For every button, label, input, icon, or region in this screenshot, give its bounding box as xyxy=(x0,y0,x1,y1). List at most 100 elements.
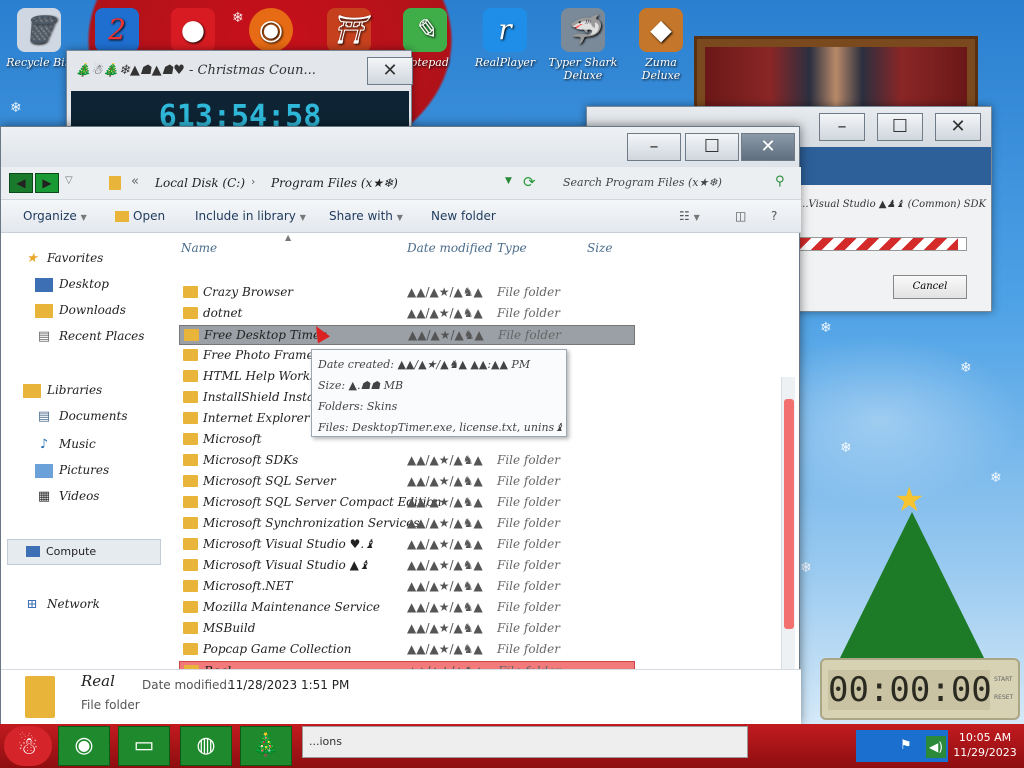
breadcrumb-chevron-icon: « xyxy=(131,174,139,189)
file-date: ▲▲/▲★/▲♞▲ xyxy=(407,516,483,530)
nav-desktop[interactable]: Desktop xyxy=(35,277,109,292)
file-type: File folder xyxy=(497,621,560,635)
cancel-button[interactable]: Cancel xyxy=(893,275,967,299)
clock[interactable]: 10:05 AM 11/29/2023 xyxy=(950,730,1020,760)
table-row[interactable]: Microsoft Visual Studio ▲♝ ▲▲/▲★/▲♞▲ File … xyxy=(179,556,635,576)
open-button[interactable]: Open xyxy=(115,209,165,223)
folder-icon xyxy=(183,622,198,634)
organize-button[interactable]: Organize ▼ xyxy=(23,209,87,223)
minimize-button[interactable]: – xyxy=(819,113,865,141)
file-date: ▲▲/▲★/▲♞▲ xyxy=(407,600,483,614)
nav-music[interactable]: ♪ Music xyxy=(35,437,96,452)
close-button[interactable]: ✕ xyxy=(935,113,981,141)
table-row[interactable]: Popcap Game Collection ▲▲/▲★/▲♞▲ File fold… xyxy=(179,640,635,660)
scrollbar[interactable] xyxy=(781,377,795,673)
realplayer-icon[interactable]: r RealPlayer xyxy=(470,8,540,69)
scrollbar-thumb[interactable] xyxy=(784,399,794,629)
column-name[interactable]: Name xyxy=(181,241,217,255)
sort-arrow-icon: ▲ xyxy=(285,233,292,242)
flag-icon[interactable]: ⚑ xyxy=(900,738,912,753)
help-icon[interactable]: ? xyxy=(771,209,777,223)
folder-icon xyxy=(115,211,129,222)
folder-icon xyxy=(183,496,198,508)
table-row[interactable]: Microsoft Synchronization Services ▲▲/▲★/… xyxy=(179,514,635,534)
taskbar-christmas-tree-icon[interactable]: 🎄 xyxy=(240,726,292,766)
address-bar[interactable]: « Local Disk (C:) › Program Files (x★❄) … xyxy=(99,171,545,195)
table-row[interactable]: Mozilla Maintenance Service ▲▲/▲★/▲♞▲ File… xyxy=(179,598,635,618)
table-row[interactable]: Microsoft SDKs ▲▲/▲★/▲♞▲ File folder xyxy=(179,451,635,471)
explorer-window: – ☐ ✕ ◀ ▶ ▽ « Local Disk (C:) › Program … xyxy=(0,126,801,725)
zuma-deluxe-icon[interactable]: ◆ Zuma Deluxe xyxy=(626,8,696,82)
table-row[interactable]: Microsoft Visual Studio ♥.♝ ▲▲/▲★/▲♞▲ File… xyxy=(179,535,635,555)
search-input[interactable]: Search Program Files (x★❄) ⚲ xyxy=(553,171,793,195)
folder-icon xyxy=(183,286,198,298)
christmas-tree-gadget: ★ xyxy=(832,480,992,684)
breadcrumb-local-disk[interactable]: Local Disk (C:) xyxy=(155,176,245,190)
taskbar-chrome-icon[interactable]: ◍ xyxy=(180,726,232,766)
nav-downloads[interactable]: Downloads xyxy=(35,303,126,318)
network-icon: ⊞ xyxy=(26,596,38,612)
taskbar-firefox-icon[interactable]: ◉ xyxy=(58,726,110,766)
share-with-button[interactable]: Share with ▼ xyxy=(329,209,403,223)
forward-button[interactable]: ▶ xyxy=(35,173,59,193)
table-row[interactable]: Free Desktop Timer ▲▲/▲★/▲♞▲ File folder xyxy=(179,325,635,345)
include-in-library-button[interactable]: Include in library ▼ xyxy=(195,209,306,223)
computer-icon xyxy=(26,546,40,557)
timer-reset-button[interactable]: RESET xyxy=(994,694,1013,701)
back-button[interactable]: ◀ xyxy=(9,173,33,193)
desktop-shortcut-icon[interactable]: 2 xyxy=(82,8,152,56)
column-type[interactable]: Type xyxy=(497,241,527,255)
preview-pane-icon[interactable]: ◫ xyxy=(735,209,746,223)
close-button[interactable]: ✕ xyxy=(741,133,795,161)
search-icon[interactable]: ⚲ xyxy=(775,174,785,189)
table-row[interactable]: Microsoft SQL Server Compact Edition ▲▲/▲… xyxy=(179,493,635,513)
file-name: Microsoft Visual Studio ▲♝ xyxy=(203,558,370,572)
maximize-button[interactable]: ☐ xyxy=(685,133,739,161)
timer-start-button[interactable]: START xyxy=(994,676,1013,683)
new-folder-button[interactable]: New folder xyxy=(431,209,496,223)
progress-bar xyxy=(799,237,967,251)
table-row[interactable]: Crazy Browser ▲▲/▲★/▲♞▲ File folder xyxy=(179,283,635,303)
nav-documents[interactable]: ▤ Documents xyxy=(35,409,128,424)
photo xyxy=(705,47,967,111)
close-button[interactable]: ✕ xyxy=(367,57,413,85)
volume-icon[interactable]: ◀) xyxy=(926,736,946,758)
table-row[interactable]: MSBuild ▲▲/▲★/▲♞▲ File folder xyxy=(179,619,635,639)
firefox-icon[interactable]: ◉ xyxy=(236,8,306,56)
breadcrumb-separator-icon: › xyxy=(251,175,256,188)
desktop-shortcut-icon[interactable]: ⛩ xyxy=(314,8,384,56)
nav-recent-places[interactable]: ▤ Recent Places xyxy=(35,329,145,344)
downloads-icon xyxy=(35,303,53,318)
nav-network[interactable]: ⊞ Network xyxy=(23,597,100,612)
recent-pages-dropdown[interactable]: ▽ xyxy=(65,175,73,186)
nav-videos[interactable]: ▦ Videos xyxy=(35,488,100,504)
recycle-bin-icon[interactable]: 🗑 Recycle Bin xyxy=(4,8,74,69)
nav-favorites[interactable]: ★ Favorites xyxy=(23,251,103,266)
maximize-button[interactable]: ☐ xyxy=(877,113,923,141)
breadcrumb-program-files[interactable]: Program Files (x★❄) xyxy=(271,176,398,190)
column-size[interactable]: Size xyxy=(587,241,612,255)
taskbar-window-button[interactable]: ...ions xyxy=(302,726,748,758)
table-row[interactable]: Microsoft SQL Server ▲▲/▲★/▲♞▲ File folder xyxy=(179,472,635,492)
file-date: ▲▲/▲★/▲♞▲ xyxy=(407,621,483,635)
table-row[interactable]: dotnet ▲▲/▲★/▲♞▲ File folder xyxy=(179,304,635,324)
desktop-shortcut-icon[interactable]: ● xyxy=(158,8,228,56)
view-options-icon[interactable]: ☷ ▼ xyxy=(679,209,700,223)
file-type: File folder xyxy=(497,495,560,509)
nav-computer[interactable]: Compute xyxy=(7,539,161,565)
address-dropdown-icon[interactable]: ▼ xyxy=(505,176,512,186)
start-button[interactable]: ☃ xyxy=(4,726,52,766)
nav-pictures[interactable]: Pictures xyxy=(35,463,109,478)
progress-path: ...Visual Studio ▲♟♝ (Common) SDK xyxy=(799,199,987,210)
minimize-button[interactable]: – xyxy=(627,133,681,161)
column-date-modified[interactable]: Date modified xyxy=(407,241,492,255)
file-name: Microsoft.NET xyxy=(203,579,293,593)
table-row[interactable]: Microsoft.NET ▲▲/▲★/▲♞▲ File folder xyxy=(179,577,635,597)
taskbar-explorer-icon[interactable]: ▭ xyxy=(118,726,170,766)
videos-icon: ▦ xyxy=(37,488,51,504)
taskbar: ☃ ◉ ▭ ◍ 🎄 ...ions ⚑ ◀) 10:05 AM 11/29/20… xyxy=(0,724,1024,768)
nav-libraries[interactable]: Libraries xyxy=(23,383,102,398)
refresh-icon[interactable]: ⟳ xyxy=(523,173,536,191)
file-date: ▲▲/▲★/▲♞▲ xyxy=(407,474,483,488)
typer-shark-icon[interactable]: 🦈 Typer Shark Deluxe xyxy=(548,8,618,82)
